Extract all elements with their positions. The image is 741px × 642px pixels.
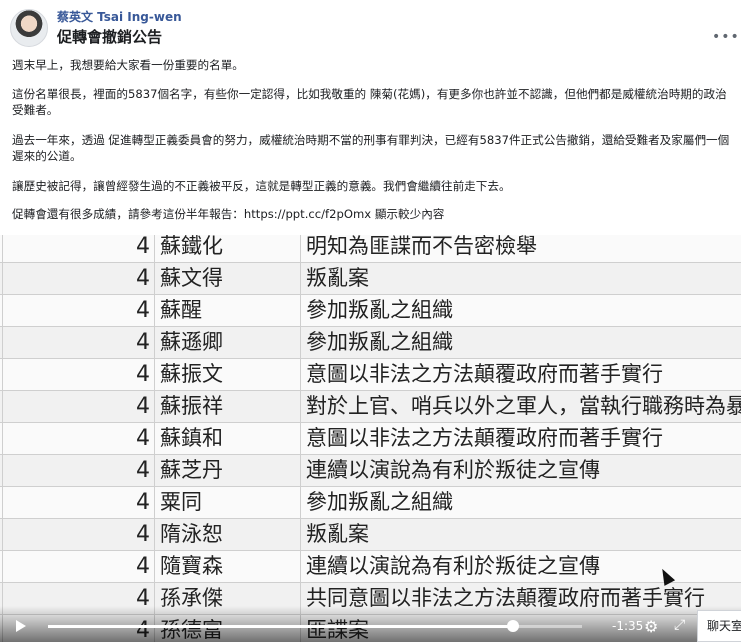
table-row: 4 隨寶森 連續以演說為有利於叛徒之宣傳	[0, 551, 741, 583]
cell-count: 4	[136, 298, 150, 323]
post-paragraph: 週末早上，我想要給大家看一份重要的名單。	[12, 58, 244, 72]
column-divider	[154, 327, 155, 358]
post-paragraph: 讓歷史被記得，讓曾經發生過的不正義被平反，這就是轉型正義的意義。我們會繼續往前走…	[12, 179, 511, 193]
column-divider	[154, 455, 155, 486]
column-divider	[154, 423, 155, 454]
column-divider	[154, 263, 155, 294]
cell-name: 蘇遜卿	[160, 330, 223, 354]
column-divider	[154, 487, 155, 518]
column-divider	[154, 295, 155, 326]
cell-name: 蘇鎮和	[160, 426, 223, 450]
cell-reason: 意圖以非法之方法顛覆政府而著手實行	[306, 426, 663, 450]
table-row: 4 蘇鎮和 意圖以非法之方法顛覆政府而著手實行	[0, 423, 741, 455]
column-divider	[300, 519, 301, 550]
cell-count: 4	[136, 426, 150, 451]
cell-count: 4	[136, 490, 150, 515]
chat-tab[interactable]: 聊天室	[697, 610, 741, 642]
cell-reason: 參加叛亂之組織	[306, 298, 453, 322]
column-divider	[154, 551, 155, 582]
cell-reason: 連續以演說為有利於叛徒之宣傳	[306, 458, 600, 482]
column-divider	[300, 235, 301, 262]
cell-count: 4	[136, 362, 150, 387]
cell-count: 4	[136, 235, 150, 259]
cell-name: 蘇芝丹	[160, 458, 223, 482]
cell-name: 粟同	[160, 490, 202, 514]
more-horizontal-icon[interactable]: •••	[712, 30, 740, 44]
post-link-line: 促轉會還有很多成績，請參考這份半年報告：https://ppt.cc/f2pOm…	[12, 206, 730, 222]
cell-count: 4	[136, 330, 150, 355]
cell-name: 蘇醒	[160, 298, 202, 322]
table-row: 4 蘇振祥 對於上官、哨兵以外之軍人，當執行職務時為暴	[0, 391, 741, 423]
cell-name: 隋泳恕	[160, 522, 223, 546]
post-author[interactable]: 蔡英文 Tsai Ing-wen	[57, 8, 182, 25]
progress-knob[interactable]	[507, 620, 519, 632]
post-header: 蔡英文 Tsai Ing-wen 促轉會撤銷公告 •••	[0, 0, 741, 52]
cell-reason: 參加叛亂之組織	[306, 330, 453, 354]
post-paragraph: 這份名單很長，裡面的5837個名字，有些你一定認得，比如我敬重的 陳菊(花媽)，…	[12, 87, 727, 117]
post-title: 促轉會撤銷公告	[57, 28, 163, 46]
table-row: 4 隋泳恕 叛亂案	[0, 519, 741, 551]
table-row: 4 蘇醒 參加叛亂之組織	[0, 295, 741, 327]
cell-count: 4	[136, 394, 150, 419]
column-divider	[154, 235, 155, 262]
cell-name: 蘇文得	[160, 266, 223, 290]
cell-count: 4	[136, 266, 150, 291]
cell-count: 4	[136, 458, 150, 483]
column-divider	[154, 359, 155, 390]
column-divider	[300, 487, 301, 518]
cell-count: 4	[136, 554, 150, 579]
avatar[interactable]	[10, 9, 48, 47]
link-line-prefix: 促轉會還有很多成績，請參考這份半年報告：	[12, 207, 244, 221]
video-player[interactable]: 4 蘇鐵化 明知為匪諜而不告密檢舉 4 蘇文得 叛亂案 4 蘇醒 參加叛亂之組織 4 蘇遜卿 參加叛亂…	[0, 235, 741, 642]
table-row: 4 蘇遜卿 參加叛亂之組織	[0, 327, 741, 359]
gear-icon[interactable]: ⚙	[644, 617, 658, 636]
cell-name: 蘇鐵化	[160, 235, 223, 258]
post-paragraph: 過去一年來，透過 促進轉型正義委員會的努力，威權統治時期不當的刑事有罪判決，已經…	[12, 133, 730, 163]
progress-fill	[48, 625, 513, 628]
column-divider	[300, 327, 301, 358]
column-divider	[300, 423, 301, 454]
table-row: 4 蘇芝丹 連續以演說為有利於叛徒之宣傳	[0, 455, 741, 487]
column-divider	[300, 551, 301, 582]
play-icon[interactable]	[16, 620, 26, 632]
cell-reason: 叛亂案	[306, 522, 369, 546]
column-divider	[300, 455, 301, 486]
show-less-link[interactable]: 顯示較少內容	[371, 207, 445, 221]
cell-reason: 明知為匪諜而不告密檢舉	[306, 235, 537, 258]
cell-reason: 叛亂案	[306, 266, 369, 290]
column-divider	[300, 263, 301, 294]
cell-name: 蘇振文	[160, 362, 223, 386]
time-remaining: -1:35	[612, 619, 644, 633]
table-row: 4 粟同 參加叛亂之組織	[0, 487, 741, 519]
report-link[interactable]: https://ppt.cc/f2pOmx	[244, 207, 371, 221]
cell-reason: 意圖以非法之方法顛覆政府而著手實行	[306, 362, 663, 386]
column-divider	[154, 519, 155, 550]
table-row: 4 蘇振文 意圖以非法之方法顛覆政府而著手實行	[0, 359, 741, 391]
fullscreen-icon[interactable]: ⤢	[674, 617, 685, 633]
column-divider	[300, 391, 301, 422]
column-divider	[154, 391, 155, 422]
cell-reason: 對於上官、哨兵以外之軍人，當執行職務時為暴	[306, 394, 741, 418]
cell-reason: 連續以演說為有利於叛徒之宣傳	[306, 554, 600, 578]
column-divider	[300, 295, 301, 326]
cell-name: 蘇振祥	[160, 394, 223, 418]
table-row: 4 蘇文得 叛亂案	[0, 263, 741, 295]
cell-name: 隨寶森	[160, 554, 223, 578]
cell-reason: 參加叛亂之組織	[306, 490, 453, 514]
cell-count: 4	[136, 522, 150, 547]
column-divider	[300, 359, 301, 390]
table-row: 4 蘇鐵化 明知為匪諜而不告密檢舉	[0, 235, 741, 263]
